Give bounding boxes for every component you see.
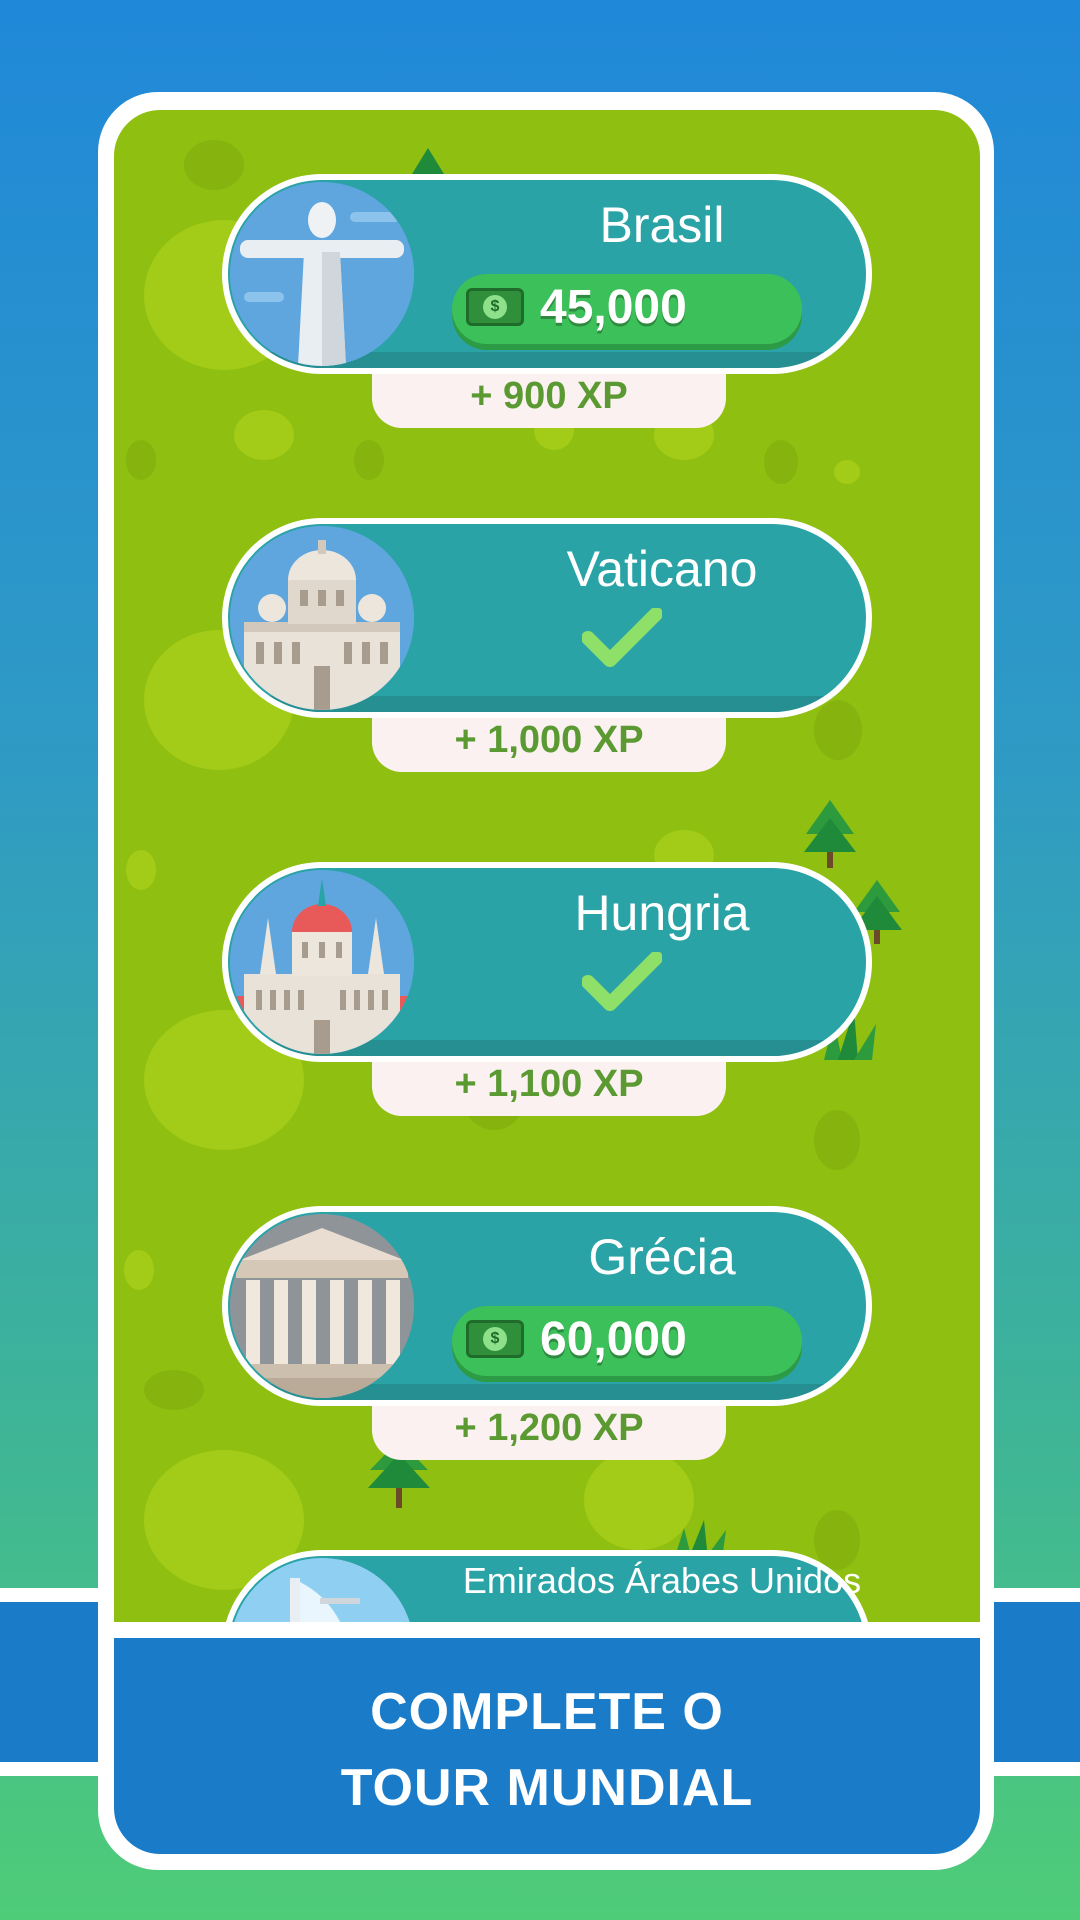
destination-card-emirados[interactable]: Emirados Árabes Unidos (222, 1550, 872, 1622)
christ-redeemer-icon (230, 182, 414, 366)
hungarian-parliament-icon (230, 870, 414, 1054)
country-name: Hungria (574, 885, 750, 941)
ground-spot (126, 440, 156, 480)
destination-card-hungria[interactable]: + 1,100 XP Hungria (222, 862, 872, 1122)
tree-icon (804, 800, 856, 868)
country-name: Emirados Árabes Unidos (462, 1560, 862, 1601)
tour-banner: COMPLETE O TOUR MUNDIAL (114, 1638, 980, 1854)
destination-card-grecia[interactable]: + 1,200 XP Grécia $ 60,000 (222, 1206, 872, 1466)
grass-patch (834, 460, 860, 484)
checkmark-icon (582, 608, 662, 667)
price-value: 45,000 (540, 281, 687, 334)
country-name: Vaticano (566, 541, 758, 597)
xp-reward-label: + 900 XP (372, 370, 726, 428)
price-button[interactable]: $ 45,000 (452, 274, 802, 344)
country-name: Brasil (599, 197, 725, 253)
xp-reward-label: + 1,100 XP (372, 1058, 726, 1116)
map-field: + 900 XP Brasil $ 45,000 + 1,000 XP Vati… (114, 110, 980, 1622)
banner-title-line2: TOUR MUNDIAL (340, 1759, 754, 1817)
grass-patch (124, 1250, 154, 1290)
xp-reward-label: + 1,000 XP (372, 714, 726, 772)
price-value: 60,000 (540, 1313, 687, 1366)
money-bill-icon: $ (466, 1320, 524, 1358)
parthenon-icon (230, 1214, 414, 1398)
money-bill-icon: $ (466, 288, 524, 326)
xp-reward-label: + 1,200 XP (372, 1402, 726, 1460)
st-peters-basilica-icon (230, 526, 414, 710)
country-name: Grécia (588, 1229, 736, 1285)
banner-title-line1: COMPLETE O (370, 1683, 724, 1741)
price-button[interactable]: $ 60,000 (452, 1306, 802, 1376)
grass-patch (126, 850, 156, 890)
destination-card-vaticano[interactable]: + 1,000 XP Vaticano (222, 518, 872, 778)
checkmark-icon (582, 952, 662, 1011)
ground-spot (144, 1370, 204, 1410)
ground-spot (764, 440, 798, 484)
destination-card-brasil[interactable]: + 900 XP Brasil $ 45,000 (222, 174, 872, 434)
ground-spot (354, 440, 384, 480)
